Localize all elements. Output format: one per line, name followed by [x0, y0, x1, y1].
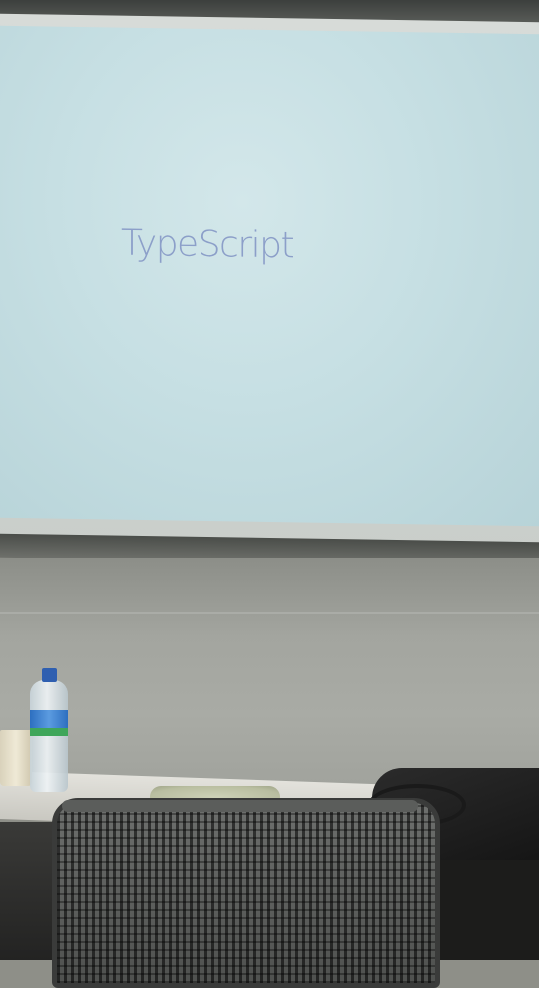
projection-screen — [0, 25, 539, 527]
bottle-cap — [42, 668, 57, 682]
wall-panel-line — [0, 612, 539, 614]
slide-title: TypeScript — [121, 222, 294, 267]
bottle-label-stripe — [30, 728, 68, 736]
chair-frame-top — [62, 800, 418, 812]
water-bottle — [28, 668, 70, 794]
bottle-body — [30, 680, 68, 792]
photo-scene: TypeScript — [0, 0, 539, 988]
